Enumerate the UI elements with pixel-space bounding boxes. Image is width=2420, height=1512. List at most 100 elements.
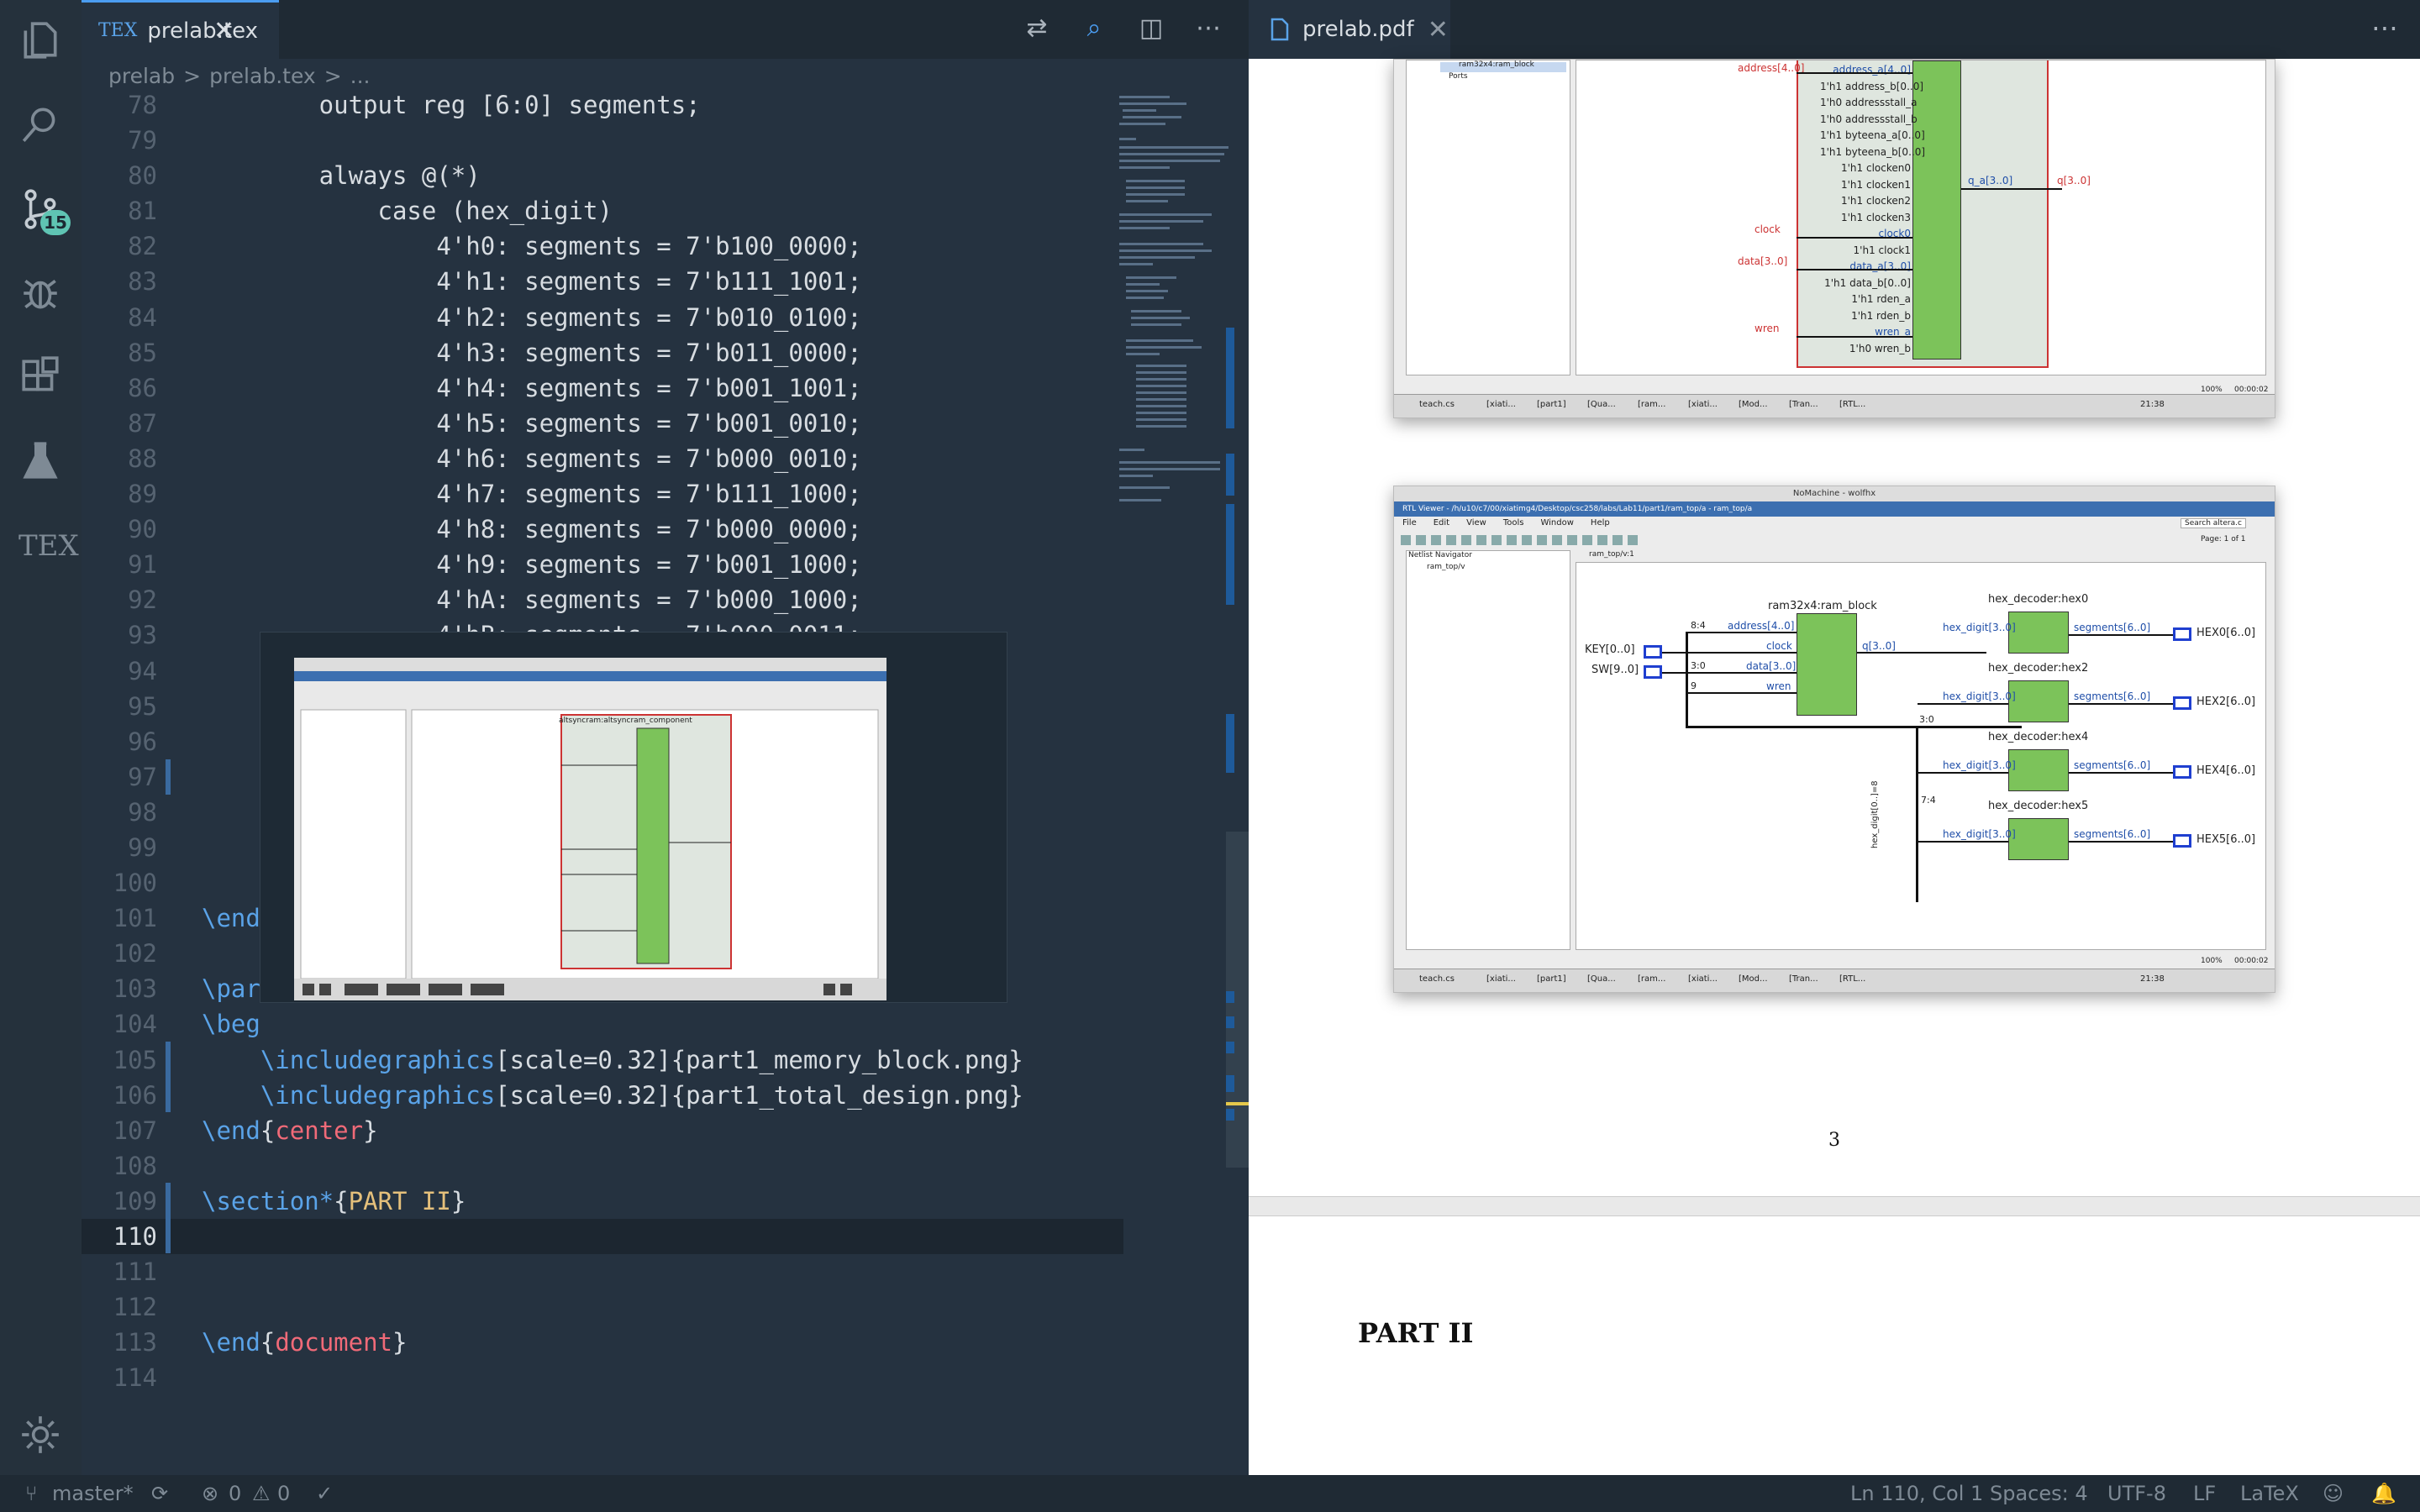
split-editor-icon[interactable]: ◫: [1136, 13, 1166, 43]
close-pdf-tab-icon[interactable]: ✕: [1428, 15, 1449, 45]
rtl-menu-item[interactable]: File: [1402, 518, 1417, 532]
code-line[interactable]: 88 4'h6: segments = 7'b000_0010;: [82, 441, 1123, 476]
rtl-menu-item[interactable]: Help: [1591, 518, 1610, 532]
branch-icon[interactable]: ⑂: [25, 1482, 37, 1505]
search-icon[interactable]: [17, 101, 64, 148]
code-line[interactable]: 105 \includegraphics[scale=0.32]{part1_m…: [82, 1042, 1123, 1078]
error-count[interactable]: 0: [229, 1482, 241, 1505]
code-line[interactable]: 112: [82, 1289, 1123, 1325]
indentation[interactable]: Spaces: 4: [1990, 1482, 2088, 1505]
decoder-block: [2008, 680, 2069, 722]
output-pin-label: HEX4[6..0]: [2196, 764, 2256, 777]
code-line[interactable]: 86 4'h4: segments = 7'b001_1001;: [82, 370, 1123, 406]
code-line[interactable]: 87 4'h5: segments = 7'b001_0010;: [82, 406, 1123, 441]
taskbar-item[interactable]: [part1]: [1537, 400, 1566, 409]
code-line[interactable]: 110: [82, 1219, 1123, 1255]
line-ending[interactable]: LF: [2193, 1482, 2216, 1505]
settings-gear-icon[interactable]: [17, 1411, 64, 1458]
code-line[interactable]: 91 4'h9: segments = 7'b001_1000;: [82, 547, 1123, 582]
taskbar-item[interactable]: [part1]: [1537, 974, 1566, 984]
taskbar-item[interactable]: [RTL...: [1839, 400, 1865, 409]
code-line[interactable]: 89 4'h7: segments = 7'b111_1000;: [82, 476, 1123, 512]
code-text: 4'h3: segments = 7'b011_0000;: [202, 338, 862, 367]
taskbar-item[interactable]: [Tran...: [1789, 974, 1818, 984]
more-actions-icon[interactable]: ⋯: [1193, 13, 1223, 43]
tab-prelab-pdf[interactable]: prelab.pdf ✕: [1249, 0, 1450, 59]
compare-changes-icon[interactable]: ⇄: [1022, 13, 1052, 43]
rtl-menu-item[interactable]: Window: [1540, 518, 1573, 532]
code-line[interactable]: 113 \end{document}: [82, 1325, 1123, 1360]
line-number: 102: [113, 939, 157, 969]
taskbar-item[interactable]: [xiati...: [1486, 400, 1516, 409]
editor-scrollbar[interactable]: [1226, 0, 1249, 1475]
code-line[interactable]: 80 always @(*): [82, 158, 1123, 193]
close-tab-icon[interactable]: ✕: [213, 16, 234, 45]
pdf-more-actions-icon[interactable]: ⋯: [2371, 12, 2398, 44]
taskbar-item[interactable]: [xiati...: [1688, 400, 1718, 409]
code-line[interactable]: 114: [82, 1360, 1123, 1395]
code-text: 4'h8: segments = 7'b000_0000;: [202, 515, 862, 544]
code-line[interactable]: 85 4'h3: segments = 7'b011_0000;: [82, 335, 1123, 370]
cursor-position[interactable]: Ln 110, Col 1: [1850, 1482, 1983, 1505]
sync-icon[interactable]: ⟳: [151, 1482, 168, 1505]
code-line[interactable]: 82 4'h0: segments = 7'b100_0000;: [82, 228, 1123, 264]
code-line[interactable]: 84 4'h2: segments = 7'b010_0100;: [82, 300, 1123, 335]
code-line[interactable]: 111: [82, 1254, 1123, 1289]
branch-name[interactable]: master*: [52, 1482, 134, 1505]
taskbar-item[interactable]: [Tran...: [1789, 400, 1818, 409]
breadcrumb-folder[interactable]: prelab: [108, 64, 175, 88]
taskbar-item[interactable]: [Qua...: [1587, 400, 1616, 409]
code-text: 4'h9: segments = 7'b001_1000;: [202, 550, 862, 580]
code-text: 4'hA: segments = 7'b000_1000;: [202, 585, 862, 615]
breadcrumb-symbol[interactable]: ...: [350, 64, 371, 88]
debug-icon[interactable]: [17, 269, 64, 316]
code-line[interactable]: 92 4'hA: segments = 7'b000_1000;: [82, 582, 1123, 617]
code-text: always @(*): [202, 161, 481, 191]
decoder-output-label: segments[6..0]: [2074, 622, 2151, 633]
notifications-bell-icon[interactable]: 🔔: [2371, 1482, 2396, 1505]
taskbar-item[interactable]: [xiati...: [1688, 974, 1718, 984]
taskbar-item[interactable]: [ram...: [1638, 400, 1665, 409]
encoding[interactable]: UTF-8: [2107, 1482, 2166, 1505]
taskbar-item[interactable]: [RTL...: [1839, 974, 1865, 984]
testing-flask-icon[interactable]: [17, 437, 64, 484]
ram-pin-label: 1'h1 rden_a: [1851, 293, 1911, 305]
code-line[interactable]: 104 \beg: [82, 1006, 1123, 1042]
taskbar-item[interactable]: [Mod...: [1739, 400, 1768, 409]
line-number: 103: [113, 974, 157, 1004]
taskbar-item[interactable]: [Mod...: [1739, 974, 1768, 984]
code-line[interactable]: 107 \end{center}: [82, 1113, 1123, 1148]
rtl-menu-item[interactable]: Edit: [1434, 518, 1449, 532]
tex-logo-icon[interactable]: TEX: [18, 529, 79, 563]
language-mode[interactable]: LaTeX: [2240, 1482, 2299, 1505]
taskbar-item[interactable]: [Qua...: [1587, 974, 1616, 984]
code-line[interactable]: 79: [82, 123, 1123, 158]
taskbar-item[interactable]: teach.cs: [1419, 974, 1455, 984]
check-icon[interactable]: ✓: [316, 1482, 333, 1505]
code-line[interactable]: 81 case (hex_digit): [82, 193, 1123, 228]
code-line[interactable]: 83 4'h1: segments = 7'b111_1001;: [82, 264, 1123, 299]
warning-count[interactable]: 0: [277, 1482, 290, 1505]
view-pdf-icon[interactable]: ⌕: [1079, 13, 1109, 43]
minimap[interactable]: [1119, 87, 1237, 507]
memory-block-preview-image: [294, 658, 886, 1000]
error-icon[interactable]: ⊗: [202, 1482, 218, 1505]
extensions-icon[interactable]: [17, 353, 64, 400]
code-line[interactable]: 106 \includegraphics[scale=0.32]{part1_t…: [82, 1078, 1123, 1113]
line-number: 94: [128, 656, 157, 685]
code-line[interactable]: 109 \section*{PART II}: [82, 1184, 1123, 1219]
feedback-icon[interactable]: ☺: [2323, 1482, 2344, 1505]
warning-icon[interactable]: ⚠: [252, 1482, 271, 1505]
taskbar-item[interactable]: [xiati...: [1486, 974, 1516, 984]
code-line[interactable]: 90 4'h8: segments = 7'b000_0000;: [82, 512, 1123, 547]
vscode-window: 15 TEX TEX prelab.tex ✕ ⇄ ⌕ ◫ ⋯ prelab >…: [0, 0, 2420, 1512]
taskbar-item[interactable]: teach.cs: [1419, 400, 1455, 409]
rtl-menu-item[interactable]: View: [1466, 518, 1486, 532]
tab-prelab-tex[interactable]: TEX prelab.tex ✕: [82, 0, 279, 59]
taskbar-item[interactable]: [ram...: [1638, 974, 1665, 984]
code-line[interactable]: 108: [82, 1148, 1123, 1184]
explorer-icon[interactable]: [17, 17, 64, 64]
breadcrumb-file[interactable]: prelab.tex: [209, 64, 316, 88]
code-line[interactable]: 78 output reg [6:0] segments;: [82, 87, 1123, 123]
rtl-menu-item[interactable]: Tools: [1503, 518, 1524, 532]
